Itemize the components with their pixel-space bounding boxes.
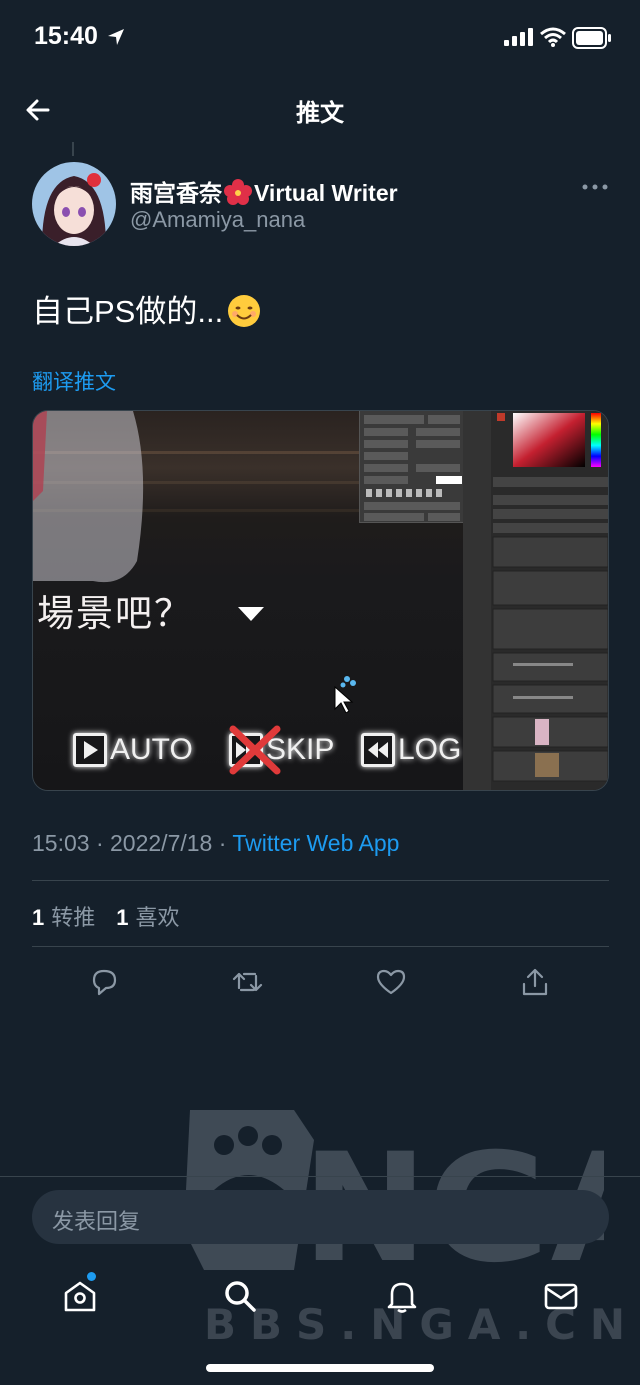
tweet-text: 自己PS做的... [32,286,261,331]
reply-icon[interactable] [88,966,120,998]
smile-emoji-icon [228,295,261,327]
bell-icon[interactable] [384,1278,420,1314]
likes-count: 1 [116,905,129,930]
likes-stat[interactable]: 1 喜欢 [116,905,180,931]
header: 推文 [0,80,640,138]
photoshop-character-panel [359,411,463,523]
more-icon[interactable] [580,180,610,194]
retweets-label: 转推 [51,906,96,931]
play-icon [73,733,107,767]
bottom-tab-bar [0,1264,640,1334]
divider [32,880,609,881]
thread-connector [72,142,74,156]
retweets-count: 1 [32,905,45,930]
status-bar: 15:40 [0,0,640,80]
location-arrow-icon [108,29,124,45]
share-icon[interactable] [519,966,551,998]
reply-placeholder: 发表回复 [52,1210,141,1235]
meta-separator: · [212,830,233,856]
tweet-timestamp: 15:03 · 2022/7/18 · Twitter Web App [32,830,399,857]
author-name-text: 雨宫香奈 [130,180,222,206]
notification-dot [87,1272,96,1281]
meta-separator: · [89,830,111,856]
tweet-source-link[interactable]: Twitter Web App [232,830,399,856]
red-cross-icon [229,725,281,775]
triangle-down-icon [238,607,264,621]
character-figure [33,411,144,583]
retweets-stat[interactable]: 1 转推 [32,905,96,931]
home-indicator[interactable] [206,1364,434,1372]
game-auto-label: AUTO [110,733,193,766]
tweet-stats: 1 转推 1 喜欢 [32,900,180,932]
page-title: 推文 [296,99,344,127]
status-time: 15:40 [34,22,98,50]
tweet-media[interactable]: 場景吧？ AUTO SKIP LOG [32,410,609,791]
wifi-icon [540,27,566,47]
retweet-icon[interactable] [231,966,263,998]
game-log-label: LOG [398,733,462,766]
game-log-button: LOG [361,729,461,771]
game-auto-button: AUTO [73,729,193,771]
like-icon[interactable] [375,966,407,998]
game-dialog-text: 場景吧？ [37,592,193,635]
nga-watermark: NGA [184,1100,640,1296]
battery-icon [572,27,611,49]
author-suffix: Virtual Writer [254,180,398,206]
tweet-text-content: 自己PS做的... [32,294,224,329]
home-icon[interactable] [62,1278,98,1314]
cursor-icon [334,676,356,713]
author-name[interactable]: 雨宫香奈 Virtual Writer [130,174,398,208]
reply-input[interactable]: 发表回复 [32,1190,609,1244]
tweet-actions [0,966,640,1002]
search-icon[interactable] [222,1278,258,1314]
translate-link[interactable]: 翻译推文 [32,366,116,396]
mail-icon[interactable] [543,1278,579,1314]
tweet-time: 15:03 [32,830,90,856]
hibiscus-icon [224,179,252,205]
rewind-icon [361,733,395,767]
likes-label: 喜欢 [135,906,180,931]
avatar[interactable] [32,162,116,246]
signal-icon [504,28,533,46]
divider [32,946,609,947]
game-skip-button: SKIP [229,725,334,775]
divider [0,1176,640,1177]
photoshop-layers-panel [463,411,608,790]
author-handle[interactable]: @Amamiya_nana [130,207,305,233]
tweet-date: 2022/7/18 [110,830,213,856]
